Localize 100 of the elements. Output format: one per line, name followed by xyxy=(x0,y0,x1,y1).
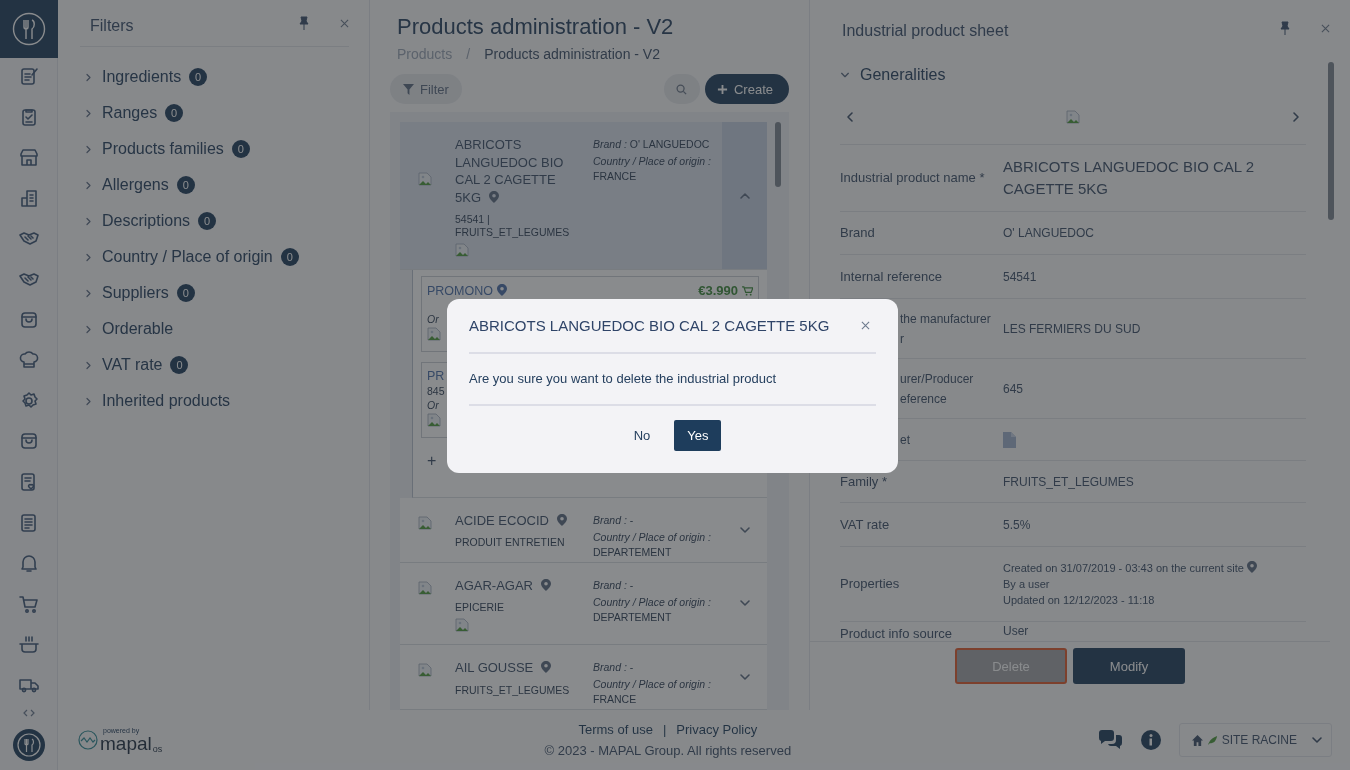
site-selector[interactable]: SITE RACINE xyxy=(1178,723,1332,757)
brand-text: Brand : - xyxy=(593,577,635,593)
filter-item[interactable]: Orderable xyxy=(80,311,349,347)
product-row[interactable]: ACIDE ECOCID PRODUIT ENTRETIEN Brand : - Country / Place of origin : DEPARTEMENT xyxy=(400,497,767,563)
broken-image-icon xyxy=(427,413,441,427)
filter-item[interactable]: Ingredients 0 xyxy=(80,59,349,95)
field-label: Brand xyxy=(840,224,876,242)
expand-toggle[interactable] xyxy=(722,122,767,269)
filter-button[interactable]: Filter xyxy=(390,74,462,104)
document-icon[interactable] xyxy=(1003,431,1016,448)
chevron-right-icon[interactable] xyxy=(84,360,93,370)
filter-item[interactable]: VAT rate 0 xyxy=(80,347,349,383)
brand-text: Brand : - xyxy=(593,512,635,528)
price-text: €3.990 xyxy=(698,283,738,298)
store-icon[interactable] xyxy=(18,147,39,168)
count-badge: 0 xyxy=(165,104,184,122)
property-text: By a user xyxy=(1003,577,1051,592)
chevron-right-icon[interactable] xyxy=(84,288,93,298)
search-button[interactable] xyxy=(663,74,700,104)
shopping-cart-icon[interactable] xyxy=(18,593,39,614)
add-offer-button[interactable]: + xyxy=(421,448,451,470)
building-icon[interactable] xyxy=(18,187,39,208)
filter-item[interactable]: Products families 0 xyxy=(80,131,349,167)
section-header[interactable]: Generalities xyxy=(840,60,1320,90)
link-separator: | xyxy=(662,722,667,737)
field-label: urer/Producer eference xyxy=(900,370,975,408)
filter-item[interactable]: Country / Place of origin 0 xyxy=(80,239,349,275)
chevron-down-icon[interactable] xyxy=(840,70,850,80)
field-label: Properties xyxy=(840,575,901,593)
product-row[interactable]: AIL GOUSSE FRUITS_ET_LEGUMES Brand : - Country / Place of origin : FRANCE xyxy=(400,645,767,710)
origin-text: Country / Place of origin : FRANCE xyxy=(593,154,712,184)
supplier-name[interactable]: PROMONO xyxy=(427,283,695,298)
filter-item[interactable]: Descriptions 0 xyxy=(80,203,349,239)
field-label: VAT rate xyxy=(840,515,891,534)
origin-text: Country / Place of origin : DEPARTEMENT xyxy=(593,594,712,625)
chevron-right-icon[interactable] xyxy=(84,216,93,226)
filter-item[interactable]: Inherited products xyxy=(80,383,349,419)
field-value: LES FERMIERS DU SUD xyxy=(1003,321,1142,336)
filter-item[interactable]: Allergens 0 xyxy=(80,167,349,203)
close-icon[interactable] xyxy=(1321,23,1330,33)
origin-text: Country / Place of origin : DEPARTEMENT xyxy=(593,529,712,560)
chevron-right-icon[interactable] xyxy=(84,144,93,154)
close-icon[interactable] xyxy=(861,321,870,330)
scrollbar-thumb[interactable] xyxy=(1328,62,1334,220)
pin-icon[interactable] xyxy=(298,16,310,30)
document-list-icon[interactable] xyxy=(18,512,39,533)
footer-link[interactable]: Privacy Policy xyxy=(676,722,758,737)
pin-icon[interactable] xyxy=(1279,21,1291,35)
field-label: the manufacturer r xyxy=(900,310,992,348)
chevron-right-icon[interactable] xyxy=(84,180,93,190)
chevron-right-icon[interactable] xyxy=(84,324,93,334)
field-value: 645 xyxy=(1003,381,1025,396)
chevron-down-icon[interactable] xyxy=(738,671,751,683)
yes-button[interactable]: Yes xyxy=(674,420,722,451)
location-pin-icon xyxy=(1246,561,1257,573)
order-text: Or xyxy=(427,399,439,411)
modify-button[interactable]: Modify xyxy=(1073,648,1185,684)
chevron-right-icon[interactable] xyxy=(84,252,93,262)
filter-item[interactable]: Suppliers 0 xyxy=(80,275,349,311)
product-name: ACIDE ECOCID xyxy=(455,511,570,529)
user-avatar-icon[interactable] xyxy=(12,728,45,761)
scrollbar-thumb[interactable] xyxy=(775,122,781,187)
field-value: 54541 xyxy=(1003,269,1038,284)
chevron-down-icon[interactable] xyxy=(1311,734,1323,746)
count-badge: 0 xyxy=(170,356,189,374)
app-logo[interactable] xyxy=(0,0,58,58)
edit-note-icon[interactable] xyxy=(18,66,39,86)
field-value: ABRICOTS LANGUEDOC BIO CAL 2 CAGETTE 5KG xyxy=(1003,157,1256,199)
no-button[interactable]: No xyxy=(623,420,661,451)
brand-text: Brand : O' LANGUEDOC xyxy=(593,137,711,152)
offer-code: 845 xyxy=(427,385,445,399)
location-pin-icon xyxy=(497,283,507,296)
brand-logo-text: mapal xyxy=(100,733,152,754)
chef-hat-icon[interactable] xyxy=(18,350,39,371)
shopping-bag-icon[interactable] xyxy=(18,431,39,452)
cooking-pot-icon[interactable] xyxy=(18,634,39,655)
wave-logo-icon xyxy=(78,730,98,750)
create-button[interactable]: Create xyxy=(704,74,789,104)
product-row[interactable]: AGAR-AGAR EPICERIE Brand : - Country / Place of origin : DEPARTEMENT xyxy=(400,562,767,645)
fork-knife-logo-icon xyxy=(11,12,46,46)
chevron-right-icon[interactable] xyxy=(84,72,93,82)
close-icon[interactable] xyxy=(340,18,349,28)
broken-image-icon xyxy=(418,172,432,186)
product-meta: EPICERIE xyxy=(455,601,505,614)
footer-link[interactable]: Terms of use xyxy=(578,722,653,737)
field-label: Product info source xyxy=(840,625,953,641)
bell-icon[interactable] xyxy=(18,553,39,574)
page-title: Products administration - V2 xyxy=(396,14,675,40)
expand-arrows-icon[interactable] xyxy=(22,708,35,717)
brand-text: Brand : - xyxy=(593,660,635,675)
product-row[interactable]: ABRICOTS LANGUEDOC BIO CAL 2 CAGETTE 5KG 54541 | FRUITS_ET_LEGUMES Brand : O' LANGUEDOC Country / Place of origin : FRANCE xyxy=(400,122,767,270)
count-badge: 0 xyxy=(189,68,208,86)
product-name: AGAR-AGAR xyxy=(455,576,570,594)
chat-bubbles-icon[interactable] xyxy=(1097,730,1123,750)
field-label: et xyxy=(900,431,911,449)
filter-item[interactable]: Ranges 0 xyxy=(80,95,349,131)
chevron-right-icon[interactable] xyxy=(84,108,93,118)
info-icon[interactable] xyxy=(1140,730,1161,750)
shopping-bag-icon[interactable] xyxy=(18,309,39,330)
chevron-right-icon[interactable] xyxy=(84,396,93,406)
